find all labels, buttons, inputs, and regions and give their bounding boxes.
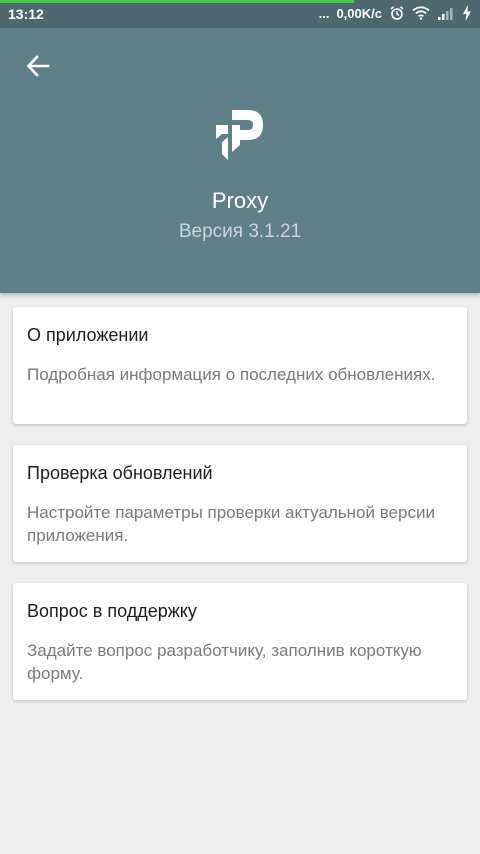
card-description: Подробная информация о последних обновле… <box>27 365 436 384</box>
card-title: О приложении <box>27 325 149 345</box>
proxy-logo-icon <box>208 104 272 168</box>
card-title: Вопрос в поддержку <box>27 601 197 621</box>
app-version: Версия 3.1.21 <box>178 221 302 242</box>
status-dots: ... <box>318 5 330 21</box>
alarm-icon <box>389 5 405 21</box>
card-description: Настройте параметры проверки актуальной … <box>27 503 435 545</box>
support-question-card[interactable]: Вопрос в поддержку Задайте вопрос разраб… <box>13 583 467 700</box>
network-speed: 0,00K/c <box>336 5 382 21</box>
arrow-back-icon <box>25 53 51 84</box>
status-indicators: ... 0,00K/c <box>319 5 472 21</box>
app-header: Proxy Версия 3.1.21 <box>0 28 480 293</box>
status-time: 13:12 <box>8 6 44 22</box>
back-button[interactable] <box>18 48 58 88</box>
card-title: Проверка обновлений <box>27 463 213 483</box>
card-description: Задайте вопрос разработчику, заполнив ко… <box>27 641 422 683</box>
wifi-icon <box>412 6 430 20</box>
check-updates-card[interactable]: Проверка обновлений Настройте параметры … <box>13 445 467 562</box>
status-bar: 13:12 ... 0,00K/c <box>0 0 480 28</box>
status-progress-line <box>0 0 354 3</box>
app-name: Proxy <box>211 188 269 213</box>
charging-icon <box>462 5 472 21</box>
signal-icon <box>437 6 455 20</box>
about-app-card[interactable]: О приложении Подробная информация о посл… <box>13 307 467 424</box>
